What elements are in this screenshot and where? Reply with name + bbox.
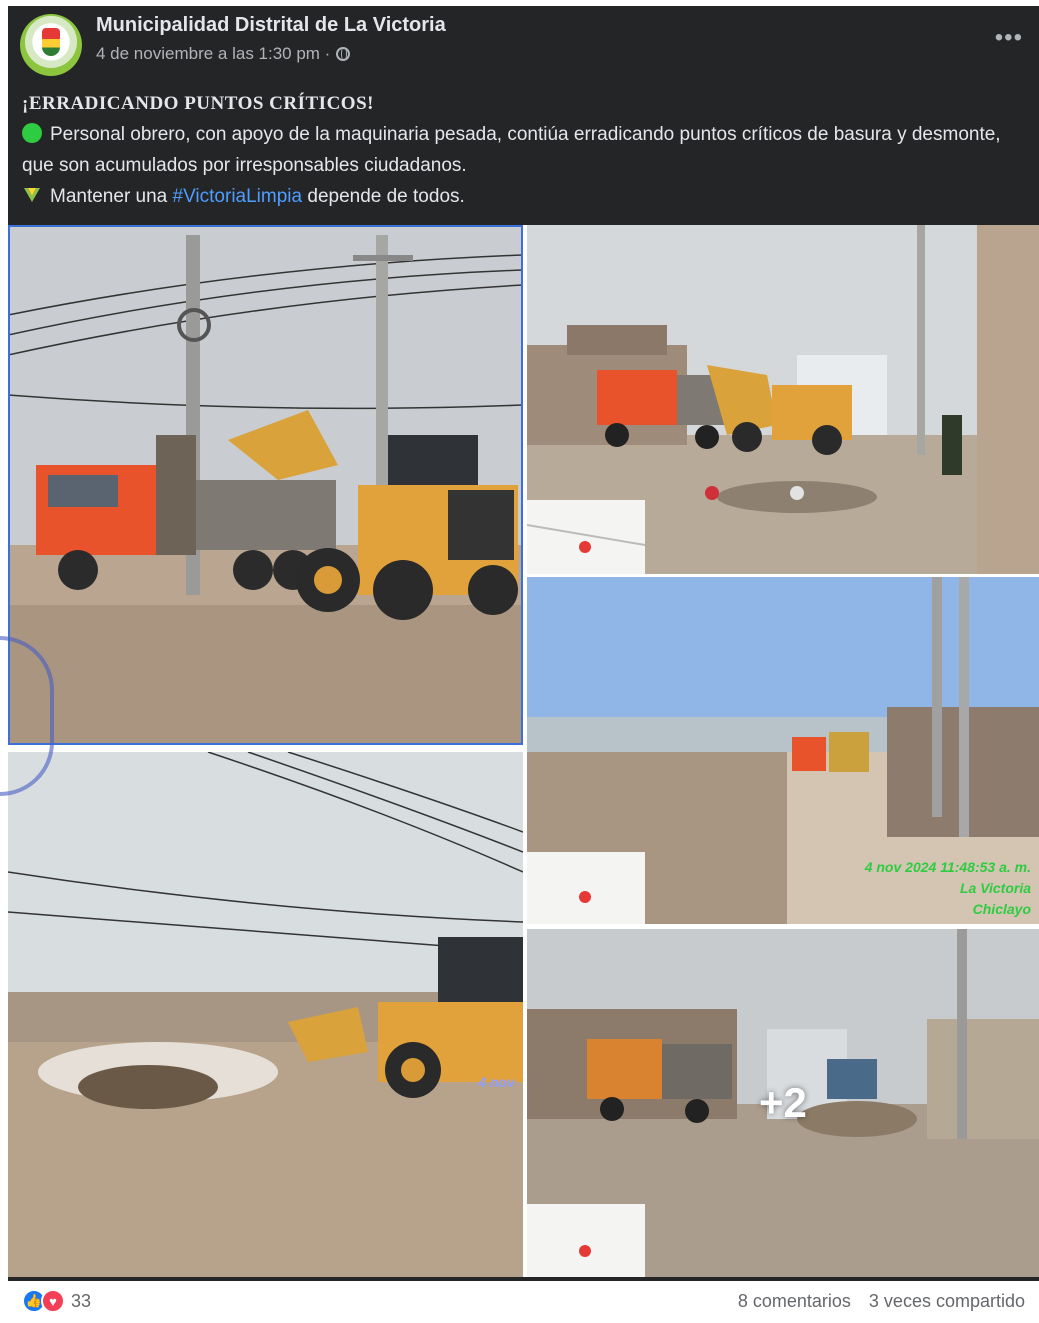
crest-logo-icon — [42, 28, 60, 56]
photo-4[interactable]: 4 nov — [8, 752, 523, 1277]
hashtag-link[interactable]: #VictoriaLimpia — [173, 186, 303, 207]
post-timestamp[interactable]: 4 de noviembre a las 1:30 pm · — [96, 44, 330, 64]
post-text: ¡ERRADICANDO PUNTOS CRÍTICOS! Personal o… — [22, 88, 1027, 212]
post-meta: 4 de noviembre a las 1:30 pm · — [96, 44, 351, 64]
reaction-count: 33 — [71, 1290, 92, 1311]
stamp-line: La Victoria — [959, 880, 1031, 896]
facebook-post: Municipalidad Distrital de La Victoria 4… — [0, 6, 1039, 1323]
photo-1[interactable] — [8, 225, 523, 745]
post-body-paragraph: Personal obrero, con apoyo de la maquina… — [22, 119, 1027, 181]
post-footer: 👍 ♥ 33 8 comentarios 3 veces compartido — [8, 1281, 1039, 1323]
globe-icon — [336, 47, 351, 61]
photo-5[interactable]: +2 — [527, 929, 1039, 1277]
engagement-stats: 8 comentarios 3 veces compartido — [738, 1291, 1025, 1312]
love-icon: ♥ — [41, 1289, 65, 1313]
post-body-line2-start: Mantener una — [50, 186, 173, 207]
stamp-line: Chiclayo — [972, 901, 1031, 917]
shares-count-link[interactable]: 3 veces compartido — [869, 1291, 1025, 1312]
post-body-paragraph-2: Mantener una #VictoriaLimpia depende de … — [22, 181, 1027, 212]
page-name-link[interactable]: Municipalidad Distrital de La Victoria — [96, 14, 446, 37]
photo-3-location-stamp: 4 nov 2024 11:48:53 a. m. La Victoria Ch… — [865, 857, 1031, 920]
green-check-icon — [24, 188, 40, 202]
comments-count-link[interactable]: 8 comentarios — [738, 1291, 851, 1312]
page-avatar[interactable] — [20, 14, 82, 76]
stamp-line: 4 nov 2024 11:48:53 a. m. — [864, 859, 1031, 875]
more-options-icon[interactable]: ••• — [995, 24, 1023, 52]
post-body-line2-end: depende de todos. — [302, 186, 465, 207]
photo-grid: 4 nov 2024 11:48:53 a. m. La Victoria Ch… — [8, 225, 1039, 1277]
more-photos-count[interactable]: +2 — [759, 1079, 807, 1127]
green-circle-icon — [22, 123, 42, 143]
post-headline: ¡ERRADICANDO PUNTOS CRÍTICOS! — [22, 93, 374, 114]
photo-4-stamp: 4 nov — [478, 1074, 515, 1090]
photo-2[interactable] — [527, 225, 1039, 574]
reactions-summary[interactable]: 👍 ♥ 33 — [22, 1289, 91, 1313]
post-body-line1: Personal obrero, con apoyo de la maquina… — [22, 124, 1001, 176]
post-header: Municipalidad Distrital de La Victoria 4… — [8, 6, 1039, 86]
photo-3[interactable]: 4 nov 2024 11:48:53 a. m. La Victoria Ch… — [527, 577, 1039, 924]
